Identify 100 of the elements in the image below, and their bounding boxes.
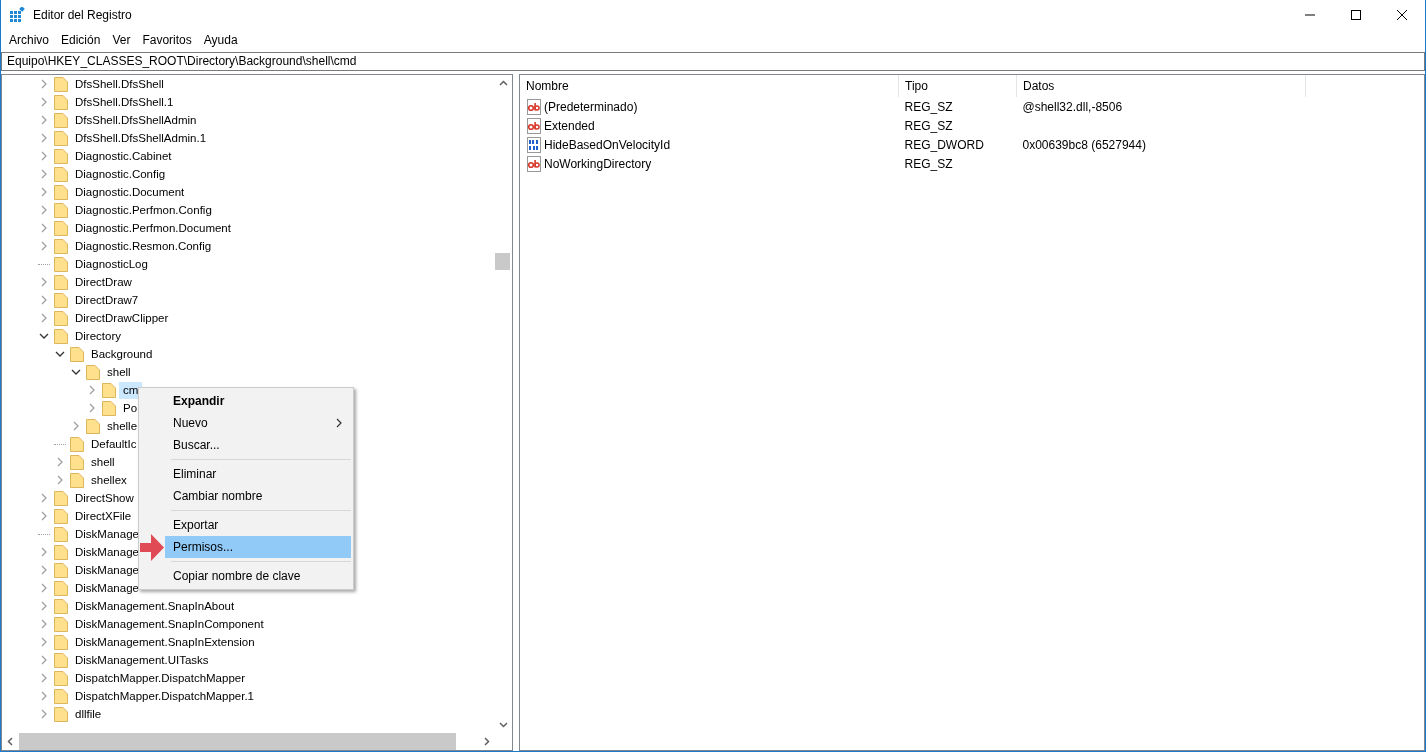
tree-item[interactable]: DfsShell.DfsShellAdmin.1 [71, 129, 211, 147]
folder-icon [70, 436, 84, 452]
tree-item[interactable]: DiskManagement.UITasks [71, 651, 213, 669]
folder-icon [54, 706, 68, 722]
menu-item[interactable]: Exportar [165, 514, 351, 536]
value-name[interactable]: NoWorkingDirectory [544, 156, 652, 171]
tree-item[interactable]: Diagnostic.Cabinet [71, 147, 176, 165]
folder-icon [54, 238, 68, 254]
tree-item[interactable]: DefaultIc [87, 435, 141, 453]
menu-item[interactable]: Eliminar [165, 463, 351, 485]
folder-icon [54, 310, 68, 326]
menu-item[interactable]: Cambiar nombre [165, 485, 351, 507]
tree-item[interactable]: DispatchMapper.DispatchMapper.1 [71, 687, 258, 705]
tree-item[interactable]: DirectDrawClipper [71, 309, 173, 327]
folder-icon [54, 598, 68, 614]
folder-icon [54, 670, 68, 686]
tree-item[interactable]: DiagnosticLog [71, 255, 152, 273]
folder-icon [54, 652, 68, 668]
tree-item[interactable]: dllfile [71, 705, 106, 723]
tree-item[interactable]: Po [119, 399, 142, 417]
folder-icon [86, 364, 100, 380]
folder-icon [54, 526, 68, 542]
menu-item[interactable]: Copiar nombre de clave [165, 565, 351, 587]
tree-item[interactable]: DirectShow [71, 489, 138, 507]
tree-item[interactable]: Diagnostic.Resmon.Config [71, 237, 216, 255]
menu-item[interactable]: Favoritos [136, 33, 198, 47]
tree-item[interactable]: shelle [103, 417, 142, 435]
folder-icon [54, 76, 68, 92]
binary-value-icon [526, 136, 542, 153]
tree-item[interactable]: DirectDraw [71, 273, 136, 291]
tree-item[interactable]: Diagnostic.Perfmon.Document [71, 219, 235, 237]
folder-icon [54, 508, 68, 524]
maximize-icon [1351, 10, 1361, 20]
tree-item[interactable]: Background [87, 345, 157, 363]
column-header[interactable]: Tipo [898, 75, 1017, 97]
column-header[interactable]: Datos [1016, 75, 1306, 97]
tree-item[interactable]: shellex [87, 471, 131, 489]
value-data: @shell32.dll,-8506 [1022, 99, 1123, 114]
menu-item[interactable]: Ver [106, 33, 137, 47]
folder-icon [54, 634, 68, 650]
folder-icon [54, 580, 68, 596]
folder-icon [54, 562, 68, 578]
window-title: Editor del Registro [33, 8, 133, 22]
value-type: REG_SZ [903, 117, 954, 135]
folder-icon [54, 202, 68, 218]
menu-item[interactable]: Archivo [3, 33, 55, 47]
folder-icon [54, 688, 68, 704]
tree-item[interactable]: DirectXFile [71, 507, 136, 525]
folder-icon [54, 166, 68, 182]
tree-item[interactable]: DfsShell.DfsShell.1 [71, 93, 178, 111]
folder-icon [54, 292, 68, 308]
value-type: REG_SZ [898, 97, 1017, 116]
value-name[interactable]: (Predeterminado) [544, 99, 638, 114]
column-header[interactable]: Nombre [520, 75, 899, 97]
folder-icon [54, 184, 68, 200]
tree-item[interactable]: Diagnostic.Config [71, 165, 170, 183]
string-value-icon [526, 117, 542, 134]
folder-icon [102, 400, 116, 416]
tree-item[interactable]: DiskManagement.SnapInComponent [71, 615, 268, 633]
value-name[interactable]: Extended [544, 118, 595, 133]
tree-item[interactable]: DirectDraw7 [71, 291, 143, 309]
folder-icon [70, 346, 84, 362]
folder-icon [54, 274, 68, 290]
tree-item[interactable]: DiskManagement.SnapInExtension [71, 633, 259, 651]
tree-item[interactable]: DfsShell.DfsShellAdmin [71, 111, 201, 129]
pointer-arrow [140, 534, 164, 561]
address-field[interactable]: Equipo\HKEY_CLASSES_ROOT\Directory\Background\shell\cmd [1, 52, 1425, 71]
scrollbar-thumb[interactable] [19, 733, 456, 750]
folder-icon [54, 544, 68, 560]
tree-item[interactable]: DiskManagement.SnapInAbout [71, 597, 239, 615]
tree-item[interactable]: shell [103, 363, 135, 381]
menu-item[interactable]: Nuevo [165, 412, 351, 434]
close-icon [1397, 10, 1407, 20]
folder-icon [54, 94, 68, 110]
menu-item[interactable]: Expandir [165, 390, 351, 412]
folder-icon [54, 112, 68, 128]
tree-item[interactable]: Diagnostic.Perfmon.Config [71, 201, 216, 219]
folder-icon [54, 328, 68, 344]
folder-icon [70, 472, 84, 488]
tree-item[interactable]: DfsShell.DfsShell [71, 75, 168, 93]
value-name[interactable]: HideBasedOnVelocityId [544, 137, 671, 152]
value-type: REG_SZ [903, 155, 954, 173]
folder-icon [70, 454, 84, 470]
folder-icon [54, 616, 68, 632]
menu-item[interactable]: Ayuda [197, 33, 244, 47]
tree-item[interactable]: Diagnostic.Document [71, 183, 189, 201]
scrollbar-thumb[interactable] [495, 253, 510, 270]
menu-item[interactable]: Edición [55, 33, 107, 47]
folder-icon [54, 220, 68, 236]
folder-icon [102, 382, 116, 398]
tree-item[interactable]: Directory [71, 327, 125, 345]
menu-item[interactable]: Buscar... [165, 434, 351, 456]
tree-item[interactable]: DispatchMapper.DispatchMapper [71, 669, 250, 687]
folder-icon [54, 490, 68, 506]
folder-icon [54, 148, 68, 164]
tree-item[interactable]: shell [87, 453, 119, 471]
value-data: 0x00639bc8 (6527944) [1022, 137, 1146, 152]
registry-icon [9, 7, 25, 23]
menu-item[interactable]: Permisos... [165, 536, 351, 558]
folder-icon [86, 418, 100, 434]
